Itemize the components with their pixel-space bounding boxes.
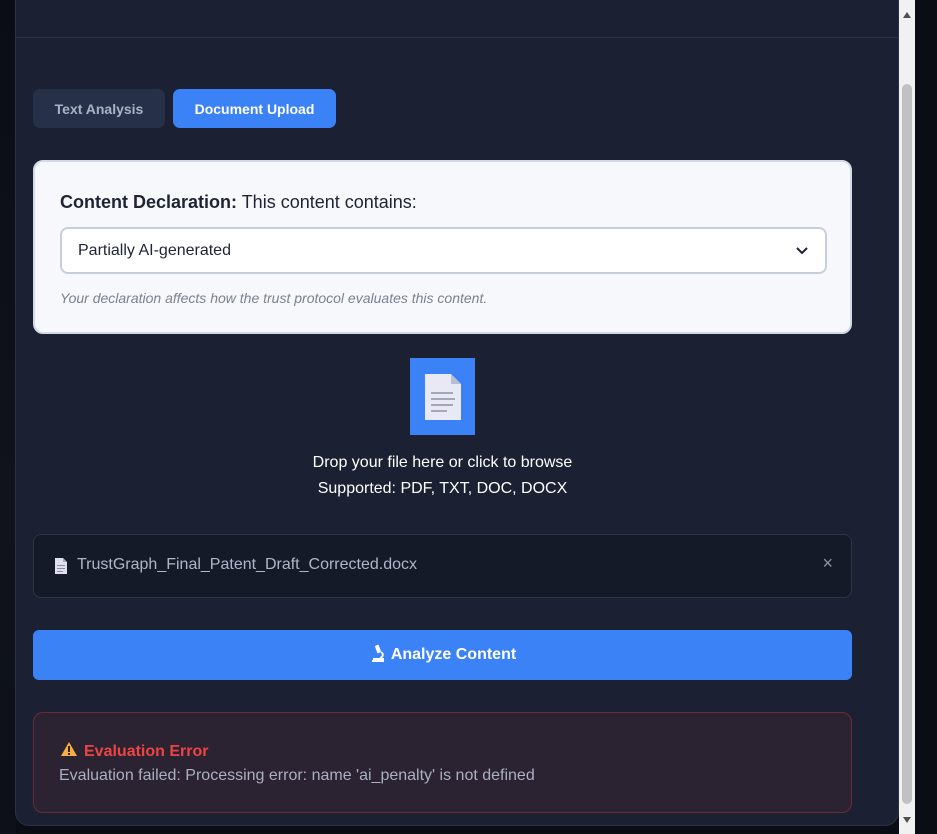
declaration-label-rest: This content contains: [237, 192, 417, 212]
panel-divider [16, 37, 898, 38]
file-icon [54, 557, 68, 575]
chevron-down-icon [795, 244, 809, 258]
scrollbar-thumb[interactable] [902, 84, 912, 804]
error-title-row: Evaluation Error [60, 741, 208, 762]
scroll-up-arrow-icon[interactable] [903, 5, 911, 23]
page-background [0, 0, 16, 834]
mode-tabs: Text Analysis Document Upload [33, 89, 336, 128]
file-name: TrustGraph_Final_Patent_Draft_Corrected.… [77, 556, 418, 573]
tab-document-upload[interactable]: Document Upload [173, 89, 336, 128]
dropzone-supported-formats: Supported: PDF, TXT, DOC, DOCX [317, 480, 568, 497]
error-message: Evaluation failed: Processing error: nam… [59, 767, 535, 784]
selected-file-row: TrustGraph_Final_Patent_Draft_Corrected.… [33, 534, 852, 598]
declaration-label-bold: Content Declaration: [60, 192, 238, 212]
dropzone-instruction[interactable]: Drop your file here or click to browse [33, 454, 852, 472]
declaration-select[interactable]: Partially AI-generated [60, 227, 827, 274]
warning-icon [60, 741, 78, 762]
analyze-content-label: Analyze Content [390, 646, 517, 663]
declaration-note: Your declaration affects how the trust p… [60, 290, 488, 306]
document-icon[interactable] [410, 358, 475, 435]
remove-file-button[interactable]: × [822, 553, 833, 574]
tab-text-analysis[interactable]: Text Analysis [33, 89, 165, 128]
vertical-scrollbar[interactable] [899, 0, 915, 834]
window-edge [915, 0, 937, 834]
error-title: Evaluation Error [84, 742, 209, 760]
analyze-content-button[interactable]: Analyze Content [33, 630, 852, 680]
scroll-down-arrow-icon[interactable] [903, 810, 911, 828]
declaration-selected-value: Partially AI-generated [78, 241, 231, 259]
declaration-label: Content Declaration: This content contai… [60, 192, 417, 213]
evaluation-error-alert: Evaluation Error Evaluation failed: Proc… [33, 712, 852, 813]
microscope-icon [369, 644, 387, 667]
content-declaration-card: Content Declaration: This content contai… [33, 160, 852, 334]
